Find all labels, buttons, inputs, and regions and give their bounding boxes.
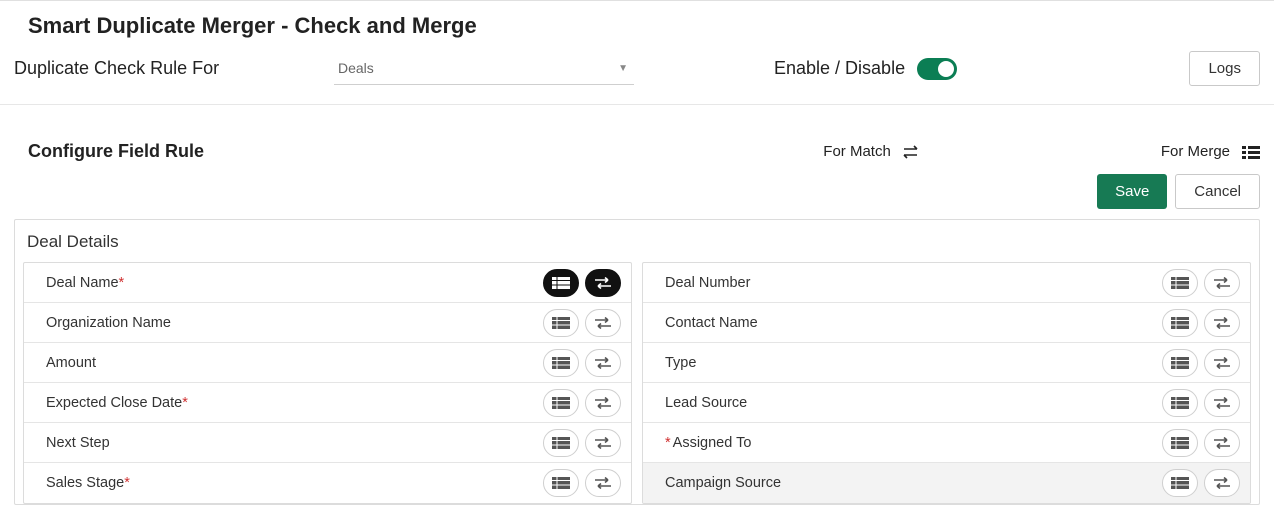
configure-title: Configure Field Rule — [28, 141, 823, 162]
match-toggle[interactable] — [585, 389, 621, 417]
field-row: Lead Source — [643, 383, 1250, 423]
merge-toggle[interactable] — [1162, 309, 1198, 337]
save-button[interactable]: Save — [1097, 174, 1167, 209]
field-label: Deal Name* — [46, 275, 543, 291]
field-label: Expected Close Date* — [46, 395, 543, 411]
field-row: Amount — [24, 343, 631, 383]
field-row: Expected Close Date* — [24, 383, 631, 423]
field-label: Amount — [46, 355, 543, 371]
merge-toggle[interactable] — [1162, 349, 1198, 377]
merge-toggle[interactable] — [1162, 389, 1198, 417]
field-row: Contact Name — [643, 303, 1250, 343]
swap-icon — [903, 145, 921, 159]
field-row: Deal Name* — [24, 263, 631, 303]
field-row: Campaign Source — [643, 463, 1250, 503]
field-row: Next Step — [24, 423, 631, 463]
field-row: Sales Stage* — [24, 463, 631, 503]
merge-toggle[interactable] — [1162, 429, 1198, 457]
module-select[interactable] — [334, 53, 634, 85]
cancel-button[interactable]: Cancel — [1175, 174, 1260, 209]
merge-toggle[interactable] — [543, 269, 579, 297]
merge-toggle[interactable] — [543, 309, 579, 337]
page-title: Smart Duplicate Merger - Check and Merge — [0, 1, 1274, 49]
enable-label: Enable / Disable — [774, 58, 905, 79]
field-label: Type — [665, 355, 1162, 371]
field-label: Next Step — [46, 435, 543, 451]
merge-toggle[interactable] — [543, 389, 579, 417]
match-toggle[interactable] — [1204, 349, 1240, 377]
match-toggle[interactable] — [1204, 469, 1240, 497]
merge-toggle[interactable] — [1162, 469, 1198, 497]
match-toggle[interactable] — [1204, 269, 1240, 297]
rule-for-label: Duplicate Check Rule For — [14, 58, 334, 79]
field-label: Sales Stage* — [46, 475, 543, 491]
field-row: Deal Number — [643, 263, 1250, 303]
logs-button[interactable]: Logs — [1189, 51, 1260, 86]
field-label: *Assigned To — [665, 435, 1162, 451]
field-label: Campaign Source — [665, 475, 1162, 491]
field-row: *Assigned To — [643, 423, 1250, 463]
match-toggle[interactable] — [585, 429, 621, 457]
for-match-label: For Match — [823, 143, 891, 160]
enable-toggle[interactable] — [917, 58, 957, 80]
merge-list-icon — [1242, 145, 1260, 159]
for-merge-label: For Merge — [1161, 143, 1230, 160]
panel-title: Deal Details — [15, 220, 1259, 262]
match-toggle[interactable] — [1204, 309, 1240, 337]
merge-toggle[interactable] — [1162, 269, 1198, 297]
field-row: Organization Name — [24, 303, 631, 343]
merge-toggle[interactable] — [543, 429, 579, 457]
match-toggle[interactable] — [585, 349, 621, 377]
match-toggle[interactable] — [585, 269, 621, 297]
field-label: Lead Source — [665, 395, 1162, 411]
match-toggle[interactable] — [585, 309, 621, 337]
field-row: Type — [643, 343, 1250, 383]
field-label: Deal Number — [665, 275, 1162, 291]
field-label: Contact Name — [665, 315, 1162, 331]
field-label: Organization Name — [46, 315, 543, 331]
match-toggle[interactable] — [1204, 429, 1240, 457]
merge-toggle[interactable] — [543, 349, 579, 377]
merge-toggle[interactable] — [543, 469, 579, 497]
match-toggle[interactable] — [1204, 389, 1240, 417]
match-toggle[interactable] — [585, 469, 621, 497]
